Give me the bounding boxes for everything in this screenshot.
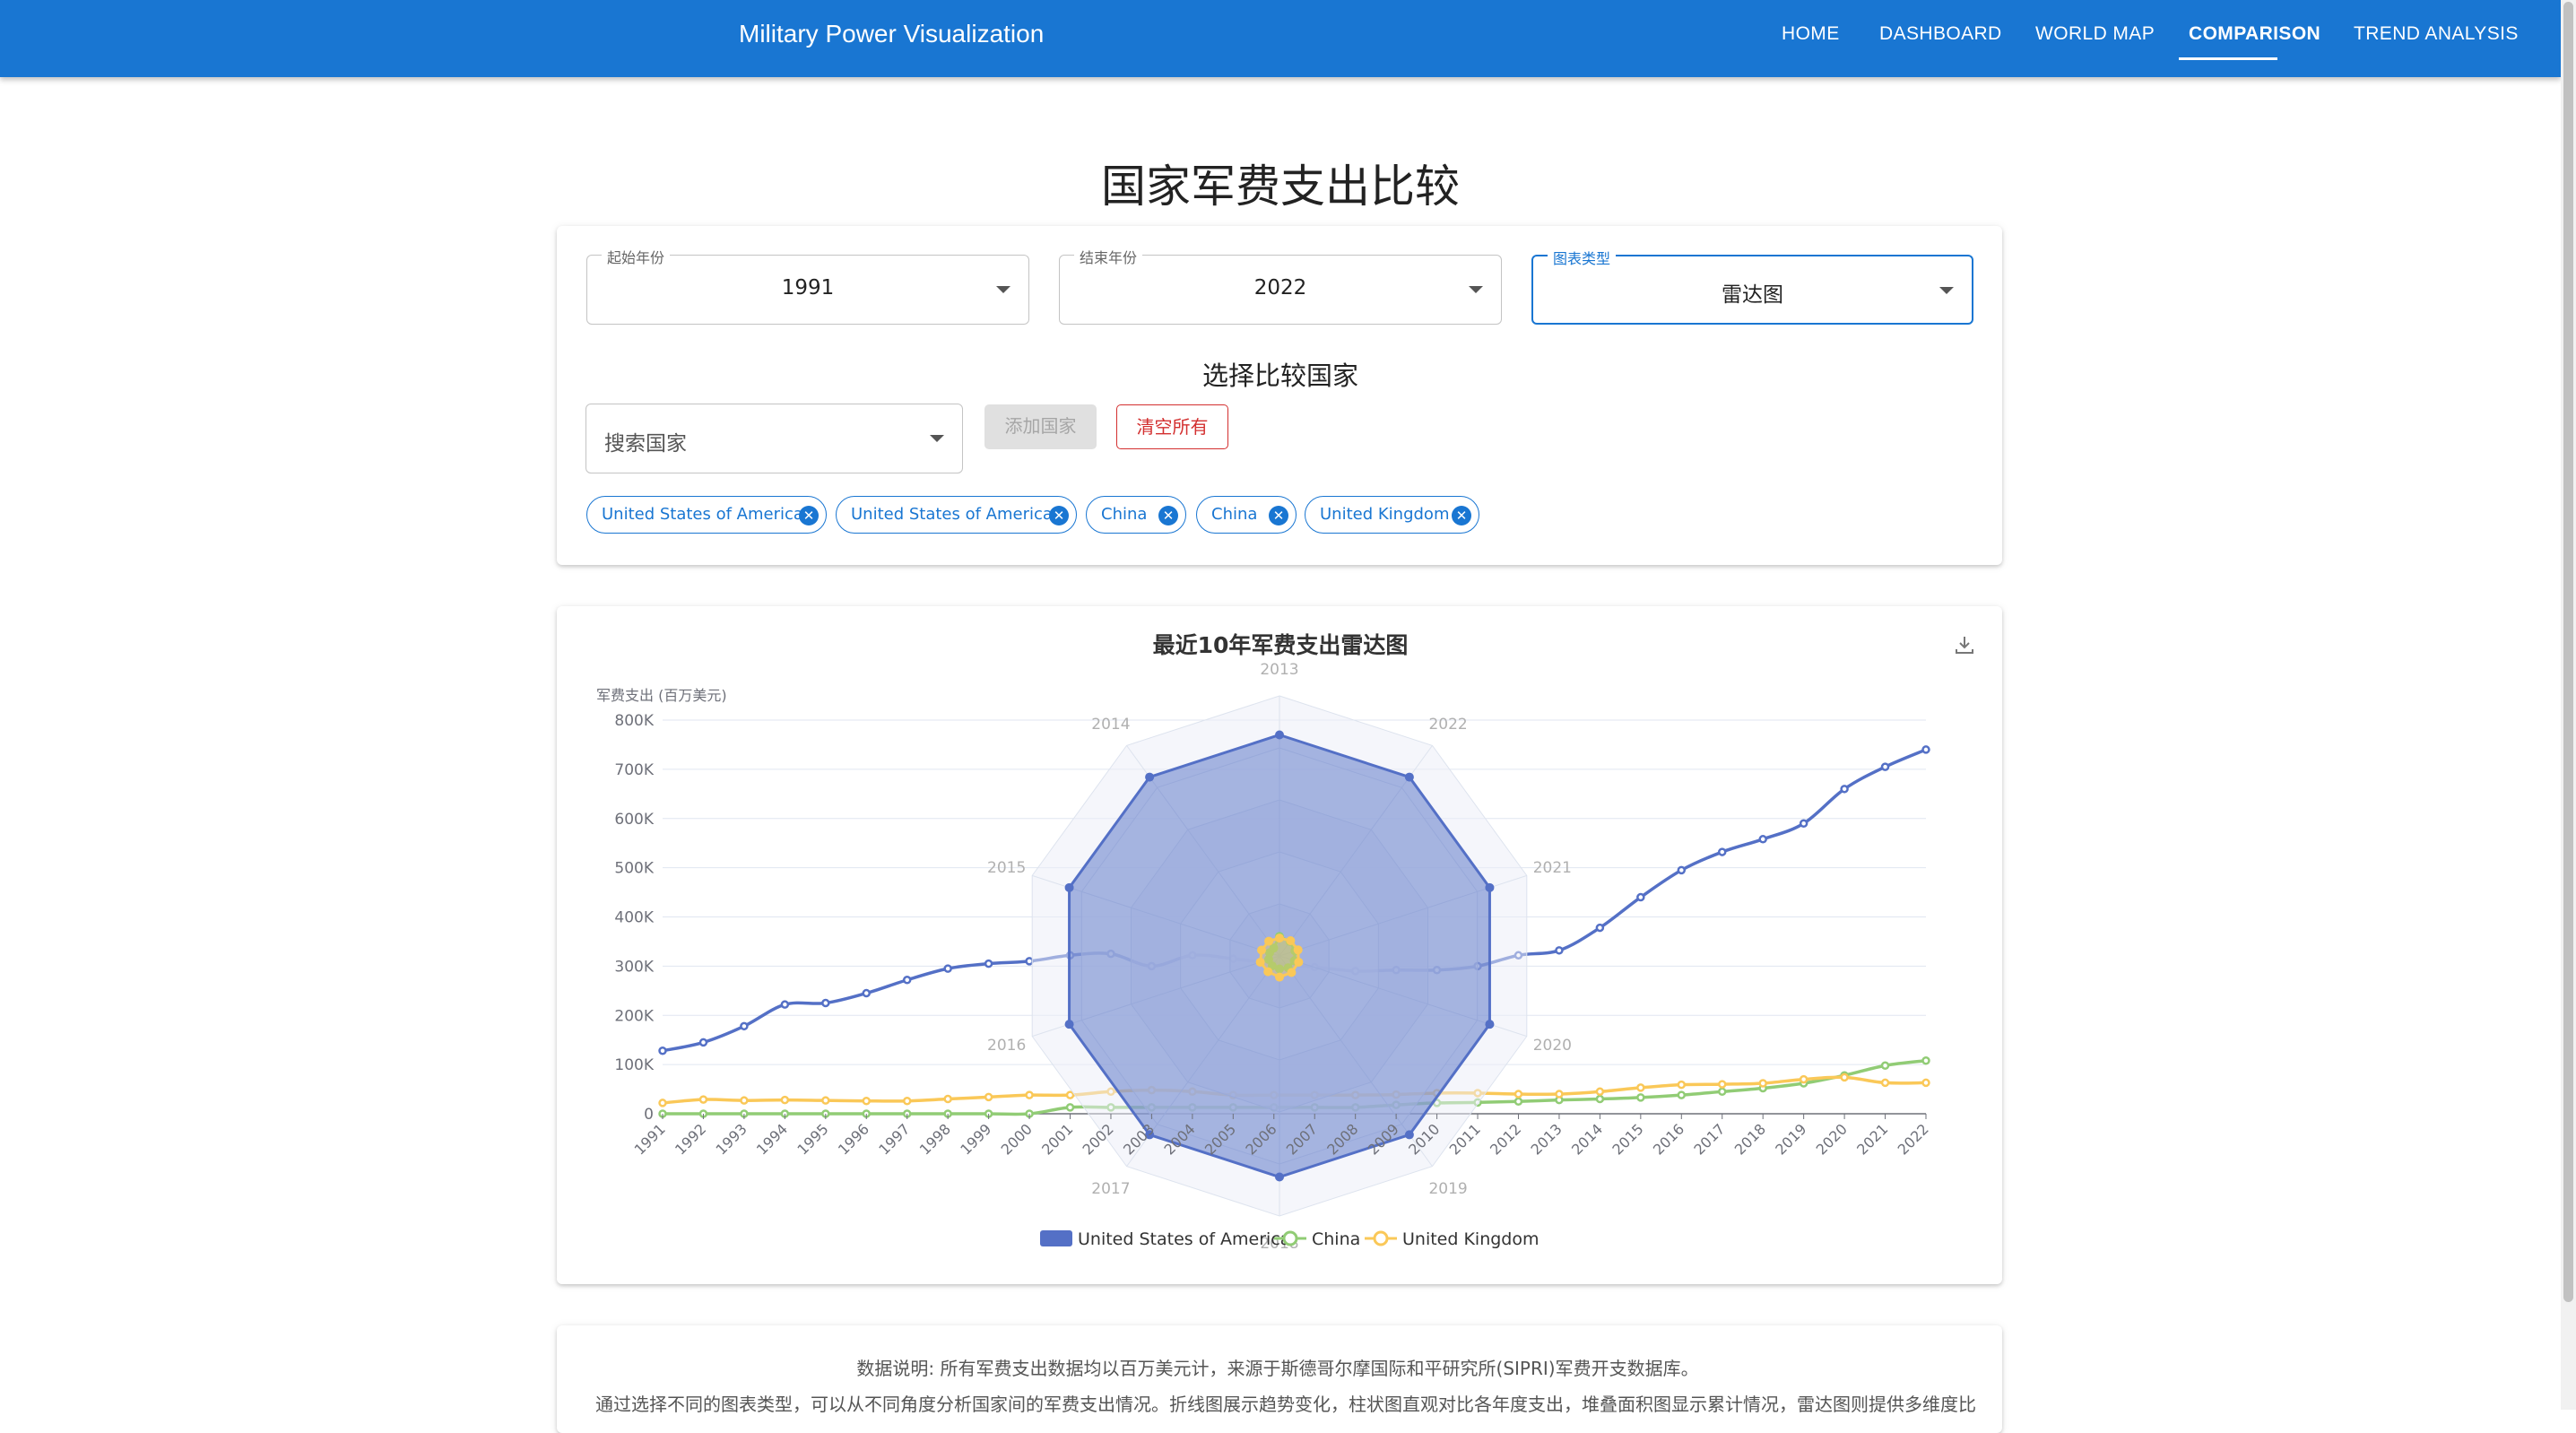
data-note-detail: 通过选择不同的图表类型，可以从不同角度分析国家间的军费支出情况。折线图展示趋势变… (595, 1394, 1976, 1415)
page-scrollbar[interactable] (2561, 0, 2576, 1410)
chevron-down-icon (930, 435, 944, 442)
end-year-value: 2022 (1253, 276, 1307, 300)
chip-label: United Kingdom (1320, 505, 1450, 524)
country-chip[interactable]: United States of America ✕ (836, 496, 1077, 534)
nav-home[interactable]: HOME (1782, 23, 1840, 45)
app-bar: Military Power Visualization HOME DASHBO… (0, 0, 2561, 77)
close-icon[interactable]: ✕ (1452, 506, 1471, 525)
data-note: 数据说明: 所有军费支出数据均以百万美元计，来源于斯德哥尔摩国际和平研究所(SI… (856, 1358, 1699, 1379)
nav-comparison[interactable]: COMPARISON (2189, 23, 2320, 45)
start-year-select[interactable]: 起始年份 1991 (586, 246, 1029, 325)
nav-dashboard[interactable]: DASHBOARD (1879, 23, 2002, 45)
app-brand[interactable]: Military Power Visualization (739, 20, 1044, 48)
add-country-button[interactable]: 添加国家 (984, 404, 1097, 449)
search-placeholder: 搜索国家 (604, 432, 687, 456)
select-countries-title: 选择比较国家 (1201, 360, 1358, 391)
chart-type-value: 雷达图 (1722, 283, 1783, 307)
nav-world-map[interactable]: WORLD MAP (2035, 23, 2155, 45)
close-icon[interactable]: ✕ (1049, 506, 1069, 525)
chip-label: United States of America (851, 505, 1053, 524)
start-year-label: 起始年份 (602, 246, 671, 267)
chart-title: 最近10年军费支出雷达图 (1152, 632, 1409, 658)
chart-card (557, 606, 2002, 1284)
chart-type-label: 图表类型 (1548, 247, 1617, 268)
download-icon[interactable] (1953, 633, 1976, 656)
chip-label: China (1101, 505, 1148, 524)
nav-trend-analysis[interactable]: TREND ANALYSIS (2354, 23, 2519, 45)
close-icon[interactable]: ✕ (799, 506, 819, 525)
country-chip[interactable]: United States of America ✕ (586, 496, 827, 534)
chip-label: United States of America (602, 505, 803, 524)
close-icon[interactable]: ✕ (1158, 506, 1178, 525)
page-title: 国家军费支出比较 (1101, 161, 1460, 213)
country-chip[interactable]: United Kingdom ✕ (1305, 496, 1479, 534)
nav-active-indicator (2179, 57, 2277, 60)
chevron-down-icon (996, 286, 1010, 293)
close-icon[interactable]: ✕ (1269, 506, 1288, 525)
chevron-down-icon (1469, 286, 1483, 293)
chip-label: China (1211, 505, 1258, 524)
country-chip[interactable]: China ✕ (1196, 496, 1297, 534)
scrollbar-thumb[interactable] (2563, 2, 2573, 1302)
end-year-select[interactable]: 结束年份 2022 (1059, 246, 1502, 325)
clear-all-button[interactable]: 清空所有 (1116, 404, 1228, 449)
country-search-input[interactable]: 搜索国家 (585, 404, 963, 473)
chart-type-select[interactable]: 图表类型 雷达图 (1531, 247, 1973, 325)
chevron-down-icon (1939, 287, 1954, 294)
end-year-label: 结束年份 (1074, 246, 1143, 267)
start-year-value: 1991 (781, 276, 835, 300)
country-chip[interactable]: China ✕ (1086, 496, 1186, 534)
